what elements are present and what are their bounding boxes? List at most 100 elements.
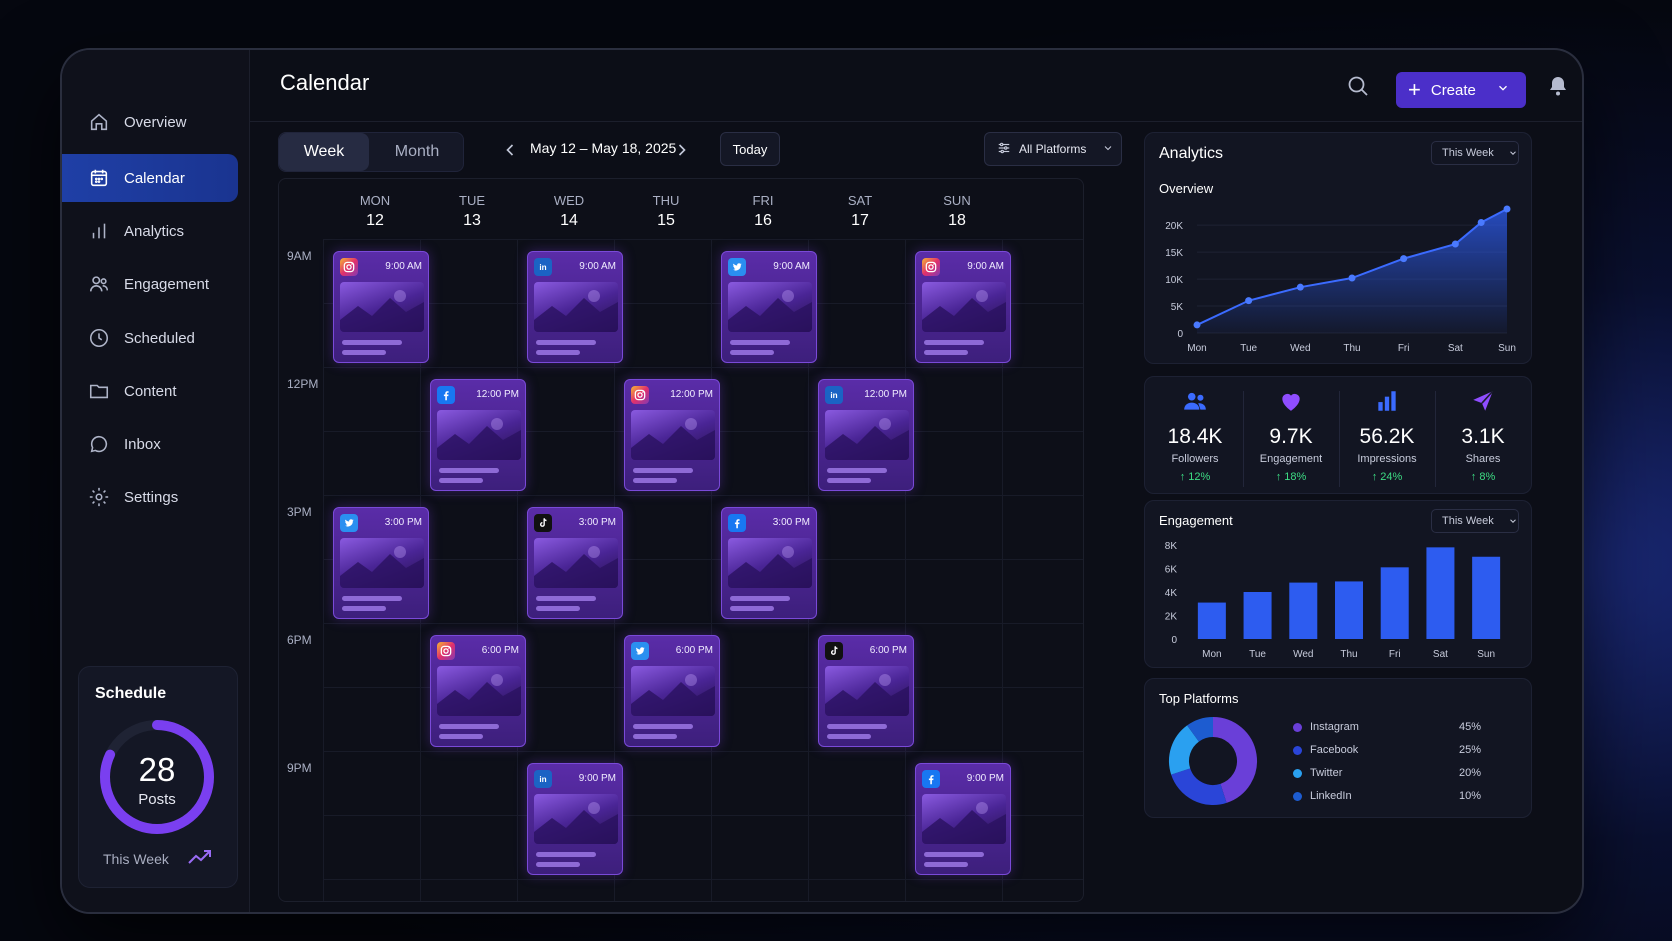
time-label: 9PM (287, 761, 312, 775)
sidebar-item-scheduled[interactable]: Scheduled (62, 314, 238, 362)
scheduled-post-card[interactable]: in 9:00 PM (527, 763, 623, 875)
trending-up-icon (188, 850, 211, 864)
home-icon (88, 111, 110, 133)
legend-dot (1293, 791, 1302, 801)
instagram-icon (631, 386, 649, 404)
stat-label: Followers (1171, 453, 1219, 465)
y-tick-label: 2K (1165, 612, 1178, 623)
x-tick-label: Thu (1343, 343, 1360, 354)
post-caption-placeholder (342, 606, 386, 611)
post-caption-placeholder (730, 340, 790, 345)
date-range: May 12 – May 18, 2025 (530, 140, 677, 156)
scheduled-post-card[interactable]: 9:00 AM (721, 251, 817, 363)
engagement-title: Engagement (1159, 513, 1233, 528)
scheduled-post-card[interactable]: 6:00 PM (430, 635, 526, 747)
post-caption-placeholder (536, 350, 580, 355)
sidebar-item-settings[interactable]: Settings (62, 473, 238, 521)
post-caption-placeholder (827, 724, 887, 729)
sidebar-item-label: Overview (124, 113, 187, 131)
grid-row-divider (323, 495, 1083, 496)
post-time: 9:00 AM (967, 261, 1004, 272)
linkedin-icon: in (534, 258, 552, 276)
x-tick-label: Thu (1340, 649, 1357, 660)
search-icon[interactable] (1346, 74, 1370, 98)
scheduled-post-card[interactable]: in 9:00 AM (527, 251, 623, 363)
bar-chart-icon (1339, 387, 1435, 415)
sidebar: Overview Calendar Analytics Engagement S… (62, 50, 250, 912)
post-thumbnail (437, 410, 521, 460)
post-caption-placeholder (536, 606, 580, 611)
stat-value: 56.2K (1359, 425, 1415, 448)
platforms-donut-chart (1169, 717, 1257, 805)
scheduled-post-card[interactable]: 12:00 PM (624, 379, 720, 491)
scheduled-post-card[interactable]: 3:00 PM (333, 507, 429, 619)
schedule-progress-ring: 28 Posts (95, 715, 219, 839)
legend-label: Facebook (1310, 744, 1359, 756)
sidebar-item-analytics[interactable]: Analytics (62, 207, 238, 255)
chevron-down-icon[interactable] (1496, 81, 1510, 99)
tiktok-icon (825, 642, 843, 660)
post-caption-placeholder (827, 734, 871, 739)
overview-area-fill (1197, 209, 1507, 333)
sidebar-item-calendar[interactable]: Calendar (62, 154, 238, 202)
filter-icon (997, 141, 1011, 158)
grid-row-divider (323, 751, 1083, 752)
platform-filter[interactable]: All Platforms (984, 132, 1122, 166)
chevron-right-icon[interactable] (672, 140, 692, 160)
time-label: 3PM (287, 505, 312, 519)
x-tick-label: Sat (1448, 343, 1463, 354)
scheduled-post-card[interactable]: 6:00 PM (818, 635, 914, 747)
scheduled-post-card[interactable]: 9:00 AM (915, 251, 1011, 363)
engagement-panel: Engagement This Week 0 2K 4K 6K 8K Mon Tue Wed T… (1144, 500, 1532, 668)
donut-slice (1169, 725, 1200, 775)
scheduled-post-card[interactable]: 3:00 PM (721, 507, 817, 619)
sidebar-item-label: Scheduled (124, 329, 195, 347)
legend-item: LinkedIn (1293, 790, 1352, 802)
y-tick-label: 20K (1165, 221, 1183, 232)
scheduled-post-card[interactable]: 9:00 PM (915, 763, 1011, 875)
post-time: 9:00 PM (578, 773, 616, 784)
stat-engagement: 9.7K Engagement ↑ 18% (1243, 387, 1339, 493)
day-number: 18 (948, 212, 966, 229)
create-button[interactable]: + Create (1396, 72, 1526, 108)
bell-icon[interactable] (1546, 74, 1570, 98)
post-caption-placeholder (827, 468, 887, 473)
day-name: SAT (847, 193, 873, 208)
sidebar-item-engagement[interactable]: Engagement (62, 260, 238, 308)
scheduled-post-card[interactable]: in 12:00 PM (818, 379, 914, 491)
legend-label: LinkedIn (1310, 790, 1352, 802)
sidebar-item-inbox[interactable]: Inbox (62, 420, 238, 468)
analytics-title: Analytics (1159, 145, 1224, 162)
svg-text:in: in (830, 391, 837, 400)
x-tick-label: Fri (1389, 649, 1401, 660)
y-tick-label: 0 (1177, 329, 1183, 340)
analytics-period-dropdown[interactable]: This Week (1431, 141, 1519, 165)
legend-dot (1293, 768, 1302, 778)
x-tick-label: Sun (1498, 343, 1516, 354)
sidebar-item-overview[interactable]: Overview (62, 98, 238, 146)
sidebar-item-content[interactable]: Content (62, 367, 238, 415)
legend-label: Twitter (1310, 767, 1343, 779)
scheduled-post-card[interactable]: 3:00 PM (527, 507, 623, 619)
x-tick-label: Wed (1293, 649, 1313, 660)
day-header: THU 15 (618, 193, 714, 230)
facebook-icon (728, 514, 746, 532)
view-switcher: Week Month (278, 132, 464, 172)
tab-week[interactable]: Week (279, 133, 369, 171)
chevron-left-icon[interactable] (500, 140, 520, 160)
post-time: 3:00 PM (772, 517, 810, 528)
day-name: WED (553, 193, 585, 208)
topbar: Calendar + Create (250, 50, 1582, 122)
day-number: 12 (366, 212, 384, 229)
scheduled-post-card[interactable]: 12:00 PM (430, 379, 526, 491)
schedule-period: This Week (103, 851, 169, 867)
engagement-period-dropdown[interactable]: This Week (1431, 509, 1519, 533)
today-button[interactable]: Today (720, 132, 780, 166)
tab-month[interactable]: Month (369, 133, 465, 171)
scheduled-post-card[interactable]: 6:00 PM (624, 635, 720, 747)
send-icon (1435, 387, 1531, 415)
legend-percent: 45% (1459, 721, 1482, 733)
scheduled-post-card[interactable]: 9:00 AM (333, 251, 429, 363)
post-caption-placeholder (439, 468, 499, 473)
engagement-bar (1380, 567, 1409, 639)
